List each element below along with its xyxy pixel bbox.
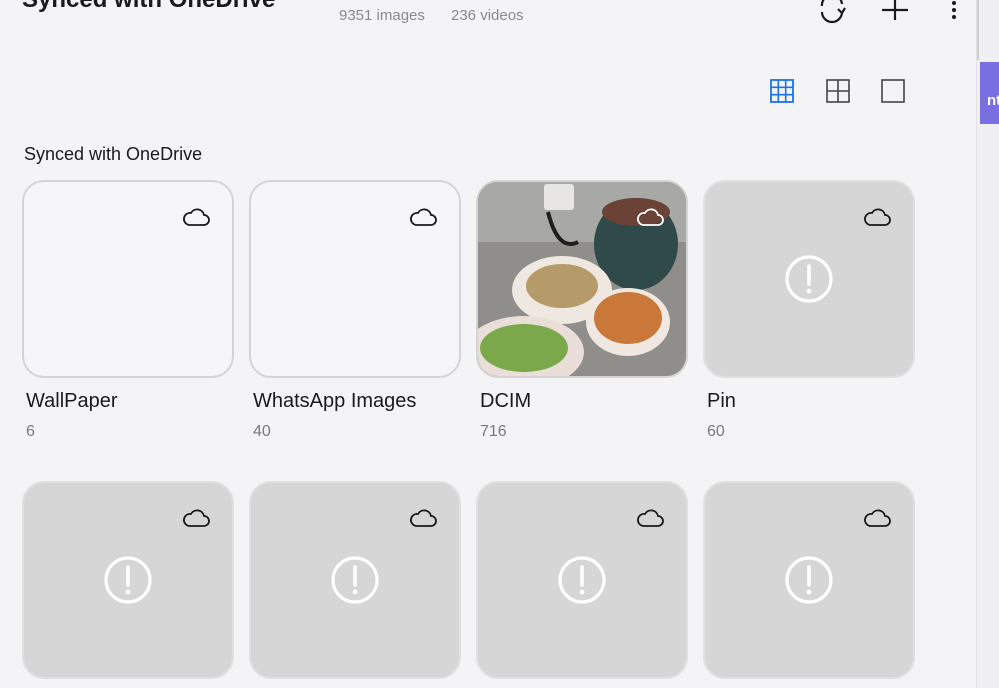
more-options-icon[interactable] — [944, 0, 964, 24]
cloud-icon — [410, 208, 437, 226]
warning-icon — [558, 556, 606, 604]
divider — [977, 0, 979, 60]
album-name: Pin — [707, 390, 736, 412]
warning-icon — [785, 556, 833, 604]
partial-button[interactable]: nt — [980, 62, 999, 124]
cloud-icon — [183, 509, 210, 527]
album-tile[interactable] — [249, 481, 461, 679]
album-count: 6 — [26, 423, 35, 440]
cloud-icon — [183, 208, 210, 226]
page-title: Synced with OneDrive — [22, 0, 275, 14]
album-name: DCIM — [480, 390, 532, 412]
large-view-icon[interactable] — [881, 79, 905, 103]
sync-icon[interactable] — [818, 0, 848, 24]
cloud-icon — [864, 509, 891, 527]
warning-icon — [785, 255, 833, 303]
section-title: Synced with OneDrive — [24, 144, 203, 164]
album-name: WallPaper — [26, 390, 118, 412]
medium-grid-icon[interactable] — [826, 79, 850, 103]
warning-icon — [331, 556, 379, 604]
album-page: Synced with OneDrive 9351 images 236 vid… — [0, 0, 976, 688]
cloud-icon — [637, 509, 664, 527]
image-count: 9351 images — [339, 7, 425, 24]
album-count: 60 — [707, 423, 725, 440]
album-tile-wallpaper[interactable] — [22, 180, 234, 378]
album-count: 716 — [480, 423, 507, 440]
album-tile-whatsapp-images[interactable] — [249, 180, 461, 378]
add-icon[interactable] — [880, 0, 910, 24]
warning-icon — [104, 556, 152, 604]
album-tile[interactable] — [22, 481, 234, 679]
video-count: 236 videos — [451, 7, 524, 24]
album-name: WhatsApp Images — [253, 390, 417, 412]
cloud-icon — [637, 208, 664, 226]
album-tile[interactable] — [703, 481, 915, 679]
album-tile-pin[interactable] — [703, 180, 915, 378]
small-grid-icon[interactable] — [770, 79, 794, 103]
album-tile[interactable] — [476, 481, 688, 679]
partial-button-label: nt — [987, 92, 999, 109]
album-count: 40 — [253, 423, 271, 440]
cloud-icon — [410, 509, 437, 527]
cloud-icon — [864, 208, 891, 226]
album-tile-dcim[interactable] — [476, 180, 688, 378]
adjacent-window-edge: nt — [976, 0, 999, 688]
